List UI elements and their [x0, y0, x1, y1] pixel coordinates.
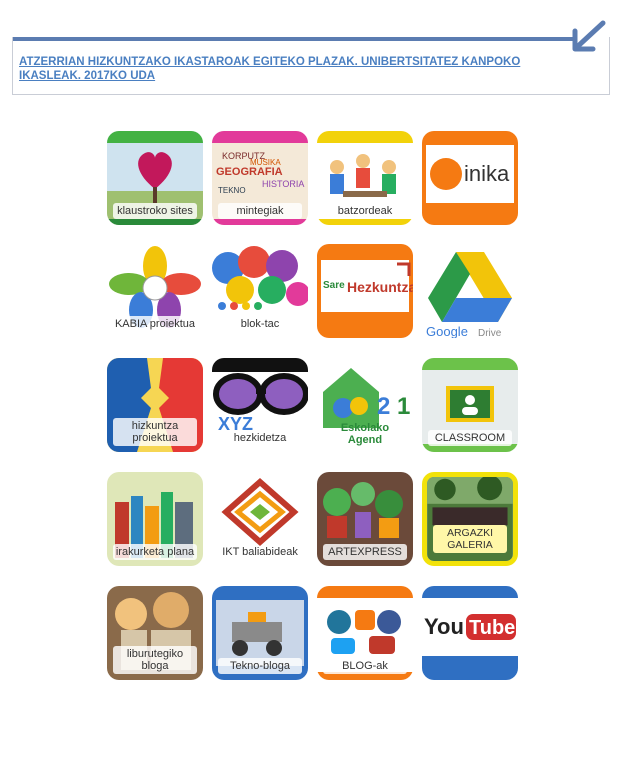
tile-blog-ak[interactable]: BLOG-ak	[317, 586, 413, 680]
tile-label: BLOG-ak	[323, 658, 407, 674]
svg-text:Google: Google	[426, 324, 468, 338]
tile-label: liburutegiko bloga	[113, 646, 197, 674]
tile-label: hizkuntza proiektua	[113, 418, 197, 446]
tile-sare-hezkuntza[interactable]: Sare Hezkuntza	[317, 244, 413, 338]
svg-text:GEOGRAFIA: GEOGRAFIA	[216, 166, 283, 178]
tile-label: irakurketa plana	[113, 544, 197, 560]
tile-label: CLASSROOM	[428, 430, 512, 446]
tile-label: batzordeak	[323, 203, 407, 219]
tile-blok-tac[interactable]: blok-tac	[212, 244, 308, 338]
tile-label: ARGAZKI GALERIA	[433, 525, 507, 553]
svg-text:You: You	[424, 614, 464, 639]
svg-text:HISTORIA: HISTORIA	[262, 179, 304, 189]
tile-tekno-bloga[interactable]: Tekno-bloga	[212, 586, 308, 680]
inika-logo-icon: inika	[422, 131, 518, 225]
tile-youtube[interactable]: You Tube	[422, 586, 518, 680]
link-tile-grid: klaustroko sites KORPUTZ GEOGRAFIA HISTO…	[0, 0, 623, 779]
tile-mintegiak[interactable]: KORPUTZ GEOGRAFIA HISTORIA TEKNO MUSIKA …	[212, 131, 308, 225]
youtube-logo-icon: You Tube	[422, 586, 518, 680]
tile-classroom[interactable]: CLASSROOM	[422, 358, 518, 452]
tile-label: klaustroko sites	[113, 203, 197, 219]
svg-text:2: 2	[377, 393, 390, 420]
svg-text:Drive: Drive	[478, 328, 502, 338]
tile-label: KABIA proiektua	[113, 316, 197, 332]
tile-kabia-proiektua[interactable]: KABIA proiektua	[107, 244, 203, 338]
tile-label: mintegiak	[218, 203, 302, 219]
tile-ikt-baliabideak[interactable]: IKT baliabideak	[212, 472, 308, 566]
sare-hezkuntza-logo-icon: Sare Hezkuntza	[317, 244, 413, 338]
tile-batzordeak[interactable]: batzordeak	[317, 131, 413, 225]
tile-label: IKT baliabideak	[222, 546, 298, 558]
svg-text:Tube: Tube	[469, 617, 515, 639]
tile-klaustroko-sites[interactable]: klaustroko sites	[107, 131, 203, 225]
svg-text:TEKNO: TEKNO	[218, 186, 246, 195]
tile-label: ARTEXPRESS	[323, 544, 407, 560]
svg-text:Hezkuntza: Hezkuntza	[347, 279, 413, 295]
tile-eskolako-agenda[interactable]: 2 1 Eskolako Agend	[317, 358, 413, 452]
tile-hizkuntza-proiektua[interactable]: hizkuntza proiektua	[107, 358, 203, 452]
tile-inika[interactable]: inika	[422, 131, 518, 225]
svg-text:inika: inika	[464, 161, 510, 186]
tile-google-drive[interactable]: Google Drive	[422, 244, 518, 338]
tile-label: hezkidetza	[218, 430, 302, 446]
svg-text:MUSIKA: MUSIKA	[250, 158, 281, 167]
tile-hezkidetza[interactable]: XYZ hezkidetza	[212, 358, 308, 452]
svg-text:Sare: Sare	[323, 280, 345, 291]
google-drive-icon: Google Drive	[422, 244, 518, 338]
tile-label: Tekno-bloga	[218, 658, 302, 674]
tile-liburutegiko-bloga[interactable]: liburutegiko bloga	[107, 586, 203, 680]
tile-label: Eskolako Agend	[340, 422, 390, 446]
svg-text:1: 1	[397, 393, 410, 420]
tile-argazki-galeria[interactable]: ARGAZKI GALERIA	[422, 472, 518, 566]
tile-label: blok-tac	[218, 316, 302, 332]
tile-irakurketa-plana[interactable]: irakurketa plana	[107, 472, 203, 566]
tile-artexpress[interactable]: ARTEXPRESS	[317, 472, 413, 566]
